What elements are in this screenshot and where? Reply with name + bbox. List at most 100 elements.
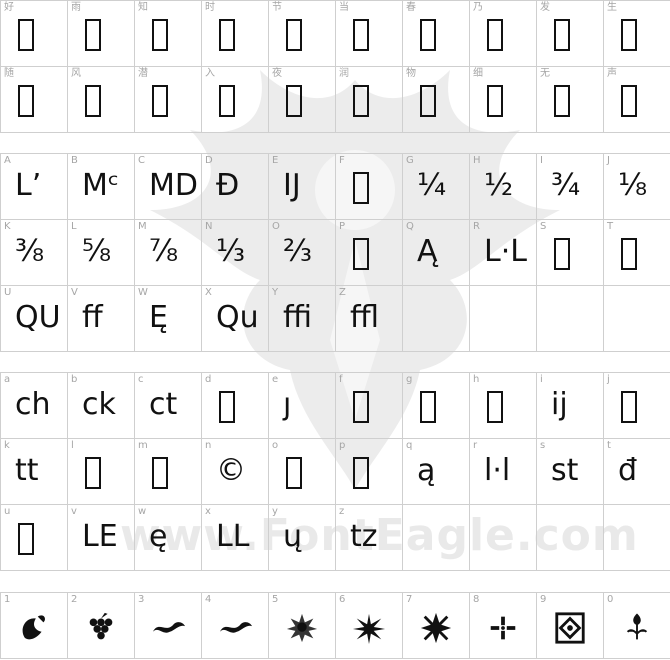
glyph-cell: O⅔	[269, 220, 336, 286]
missing-glyph-box-icon	[353, 19, 369, 51]
glyph-key-label: a	[4, 374, 11, 385]
glyph-sample: IJ	[283, 168, 301, 203]
glyph-sample: ⅝	[82, 234, 112, 269]
glyph-key-label: 知	[138, 2, 148, 13]
glyph-cell: E IJ	[269, 154, 336, 220]
glyph-cell: WĘ	[135, 286, 202, 352]
glyph-grid-digits: 1 2 3 4 5 6 7 8 9 0	[0, 592, 670, 659]
glyph-cell: 物	[403, 67, 470, 133]
glyph-sample: ch	[15, 387, 51, 422]
glyph-key-label: 0	[607, 594, 614, 605]
glyph-row: K ⅜ L ⅝ M ⅞ N ⅓ O ⅔ P Q Ą R L·L S T	[1, 220, 670, 286]
floral-sprig-icon	[626, 613, 648, 640]
glyph-row: u v LE w ę x LL y ų z tz	[1, 505, 670, 571]
glyph-cell: 细	[470, 67, 537, 133]
glyph-key-label: G	[406, 155, 414, 166]
glyph-sample: ⅓	[216, 234, 246, 269]
glyph-key-label: U	[4, 287, 12, 298]
glyph-sample: Mᶜ	[82, 168, 119, 203]
glyph-key-label: 润	[339, 68, 349, 79]
starburst-icon	[352, 613, 386, 645]
missing-glyph-box-icon	[554, 85, 570, 117]
glyph-key-label: E	[272, 155, 279, 166]
glyph-key-label: J	[607, 155, 610, 166]
glyph-cell: 乃	[470, 1, 537, 67]
compass-star-icon	[420, 612, 452, 644]
glyph-key-label: 5	[272, 594, 279, 605]
missing-glyph-box-icon	[152, 457, 168, 489]
glyph-sample: ½	[484, 168, 514, 203]
glyph-key-label: P	[339, 221, 346, 232]
glyph-cell: d	[202, 373, 269, 439]
glyph-cell: eȷ	[269, 373, 336, 439]
glyph-cell: tđ	[604, 439, 670, 505]
glyph-cell: DĐ	[202, 154, 269, 220]
glyph-key-label: S	[540, 221, 547, 232]
glyph-sample: st	[551, 453, 579, 488]
glyph-cell: n ©	[202, 439, 269, 505]
glyph-key-label: v	[71, 506, 77, 517]
glyph-cell: 知	[135, 1, 202, 67]
glyph-sample: ⅞	[149, 234, 179, 269]
glyph-cell: A Lʼ	[1, 154, 68, 220]
glyph-key-label: B	[71, 155, 78, 166]
glyph-key-label: 声	[607, 68, 617, 79]
glyph-cell: 春	[403, 1, 470, 67]
glyph-sample: đ	[618, 453, 638, 488]
glyph-key-label: 夜	[272, 68, 282, 79]
glyph-cell: 7	[403, 593, 470, 659]
missing-glyph-box-icon	[621, 19, 637, 51]
glyph-cell: 9	[537, 593, 604, 659]
glyph-cell: 雨	[68, 1, 135, 67]
glyph-key-label: 当	[339, 2, 349, 13]
glyph-cell: s st	[537, 439, 604, 505]
glyph-cell: m	[135, 439, 202, 505]
glyph-cell: R L·L	[470, 220, 537, 286]
swash-ornament-icon	[219, 622, 252, 633]
glyph-key-label: 无	[540, 68, 550, 79]
missing-glyph-box-icon	[286, 457, 302, 489]
glyph-row: k tt l m n © o p q ą r l·l s st t đ	[1, 439, 670, 505]
glyph-cell: I¾	[537, 154, 604, 220]
glyph-sample: ȷ	[283, 387, 292, 422]
missing-glyph-box-icon	[554, 238, 570, 270]
glyph-key-label: 入	[205, 68, 215, 79]
glyph-cell	[537, 286, 604, 352]
glyph-key-label: N	[205, 221, 213, 232]
glyph-cell: P	[336, 220, 403, 286]
glyph-key-label: 乃	[473, 2, 483, 13]
glyph-key-label: 2	[71, 594, 78, 605]
missing-glyph-box-icon	[487, 19, 503, 51]
glyph-key-label: u	[4, 506, 11, 517]
glyph-key-label: 风	[71, 68, 81, 79]
glyph-cell: h	[470, 373, 537, 439]
glyph-cell: 2	[68, 593, 135, 659]
glyph-key-label: K	[4, 221, 11, 232]
glyph-cell: 生	[604, 1, 670, 67]
glyph-cell: F	[336, 154, 403, 220]
missing-glyph-box-icon	[621, 85, 637, 117]
glyph-key-label: j	[607, 374, 610, 385]
glyph-sample: MD	[149, 168, 198, 203]
glyph-sample: Ę	[149, 300, 168, 335]
glyph-key-label: 3	[138, 594, 145, 605]
glyph-sample: ¾	[551, 168, 581, 203]
glyph-cell	[403, 286, 470, 352]
glyph-sample: ⅔	[283, 234, 313, 269]
glyph-cell: u	[1, 505, 68, 571]
glyph-key-label: 物	[406, 68, 416, 79]
glyph-cell: g	[403, 373, 470, 439]
glyph-key-label: m	[138, 440, 148, 451]
missing-glyph-box-icon	[554, 19, 570, 51]
rosette-icon	[286, 613, 318, 643]
glyph-key-label: 雨	[71, 2, 81, 13]
glyph-cell: K⅜	[1, 220, 68, 286]
glyph-cell: H½	[470, 154, 537, 220]
glyph-cell: z tz	[336, 505, 403, 571]
glyph-cell: QĄ	[403, 220, 470, 286]
glyph-sample: L·L	[484, 234, 527, 269]
glyph-sample: Lʼ	[15, 168, 42, 203]
glyph-key-label: 1	[4, 594, 11, 605]
glyph-cell: k tt	[1, 439, 68, 505]
glyph-cell: Yffi	[269, 286, 336, 352]
